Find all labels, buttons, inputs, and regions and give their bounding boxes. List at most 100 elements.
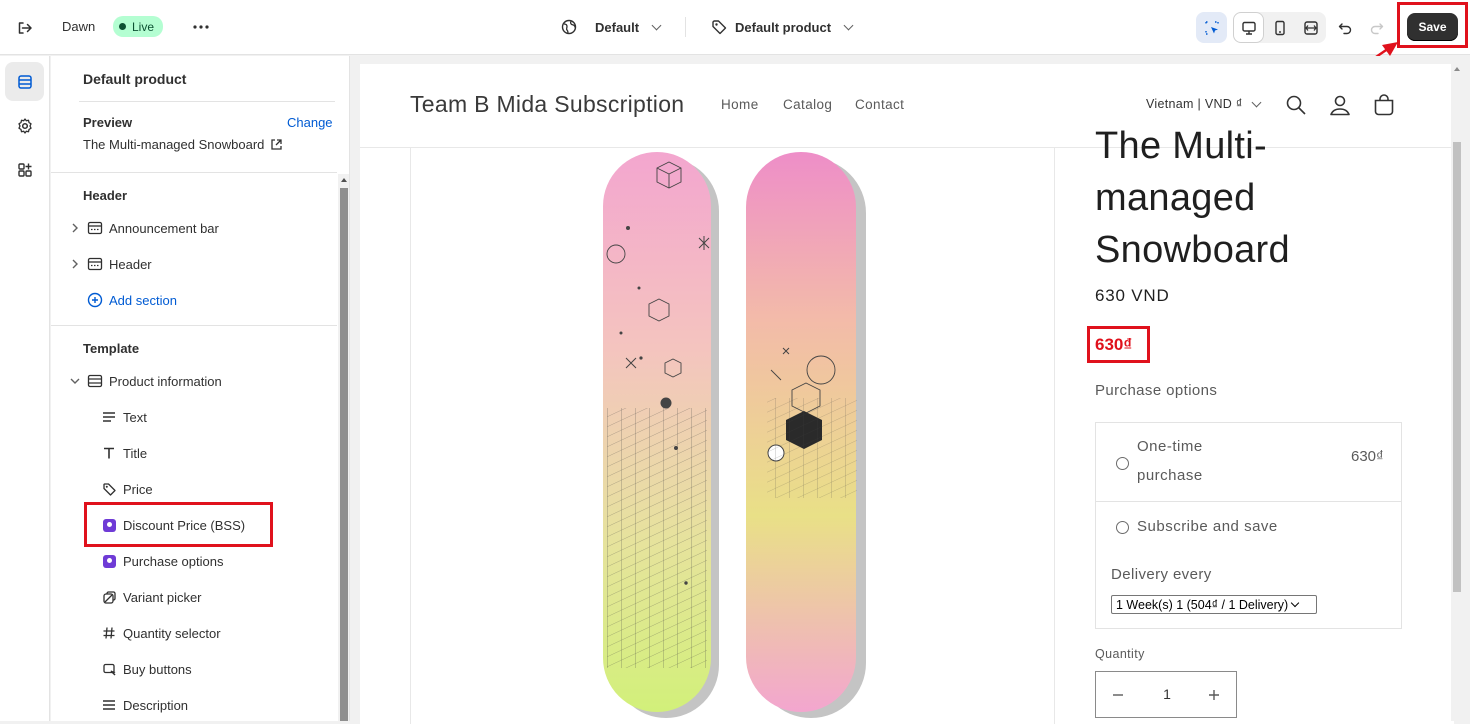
theme-name: Dawn — [62, 19, 96, 34]
cart-bag-icon[interactable] — [1372, 93, 1396, 117]
block-price[interactable]: Price — [101, 477, 153, 501]
purchase-options-label: Purchase options — [1095, 382, 1218, 399]
panel-scrollbar[interactable] — [338, 174, 349, 721]
block-variant-picker[interactable]: Variant picker — [101, 585, 202, 609]
text-icon — [101, 697, 117, 713]
global-settings-selector[interactable]: Default — [561, 16, 662, 38]
section-header[interactable]: Header — [67, 252, 152, 276]
country-selector[interactable]: Vietnam | VND ₫ — [1146, 97, 1262, 111]
store-logo-text[interactable]: Team B Mida Subscription — [410, 91, 684, 118]
quantity-decrease-button[interactable] — [1106, 683, 1130, 707]
section-icon — [85, 256, 105, 272]
panel-title: Default product — [83, 71, 187, 87]
product-title-line: The Multi- — [1095, 125, 1267, 167]
block-description[interactable]: Description — [101, 693, 188, 717]
product-media[interactable] — [410, 148, 1055, 724]
subscribe-label[interactable]: Subscribe and save — [1137, 512, 1278, 541]
block-label: Purchase options — [123, 553, 224, 569]
divider — [51, 325, 337, 326]
block-label: Buy buttons — [123, 661, 192, 677]
product-title: The Multi- managed Snowboard — [1095, 120, 1290, 276]
block-buy-buttons[interactable]: Buy buttons — [101, 657, 192, 681]
scroll-thumb[interactable] — [1453, 142, 1461, 592]
tag-icon — [712, 20, 727, 35]
sections-panel: Default product Preview Change The Multi… — [51, 56, 350, 721]
delivery-frequency-select[interactable]: 1 Week(s) 1 (504₫ / 1 Delivery) — [1111, 595, 1317, 614]
product-title-line: managed — [1095, 177, 1256, 219]
chevron-right-icon[interactable] — [67, 259, 83, 269]
block-quantity-selector[interactable]: Quantity selector — [101, 621, 221, 645]
preview-product[interactable]: The Multi-managed Snowboard — [83, 137, 283, 152]
section-product-information[interactable]: Product information — [67, 369, 222, 393]
subscribe-radio[interactable] — [1116, 521, 1129, 534]
scroll-up-icon[interactable] — [1454, 67, 1460, 71]
one-time-price: 630₫ — [1351, 448, 1384, 465]
preview-product-name: The Multi-managed Snowboard — [83, 137, 265, 152]
global-selector-label: Default — [595, 19, 640, 35]
header-group-title: Header — [83, 188, 128, 203]
scroll-thumb[interactable] — [340, 188, 348, 721]
template-group-title: Template — [83, 341, 140, 356]
external-link-icon — [271, 139, 283, 150]
text-icon — [101, 409, 117, 425]
topbar-divider — [685, 17, 686, 37]
template-selector-label: Default product — [735, 19, 832, 35]
chevron-down-icon — [1251, 97, 1262, 107]
rail-apps-button[interactable] — [5, 150, 44, 189]
live-dot-icon — [119, 23, 126, 30]
rail-sections-button[interactable] — [5, 62, 44, 101]
discount-price-highlight-box — [1087, 326, 1150, 363]
plus-icon — [1209, 690, 1219, 700]
section-label: Product information — [109, 373, 222, 389]
mobile-icon — [1274, 20, 1285, 35]
section-icon — [85, 373, 105, 389]
one-time-radio[interactable] — [1116, 457, 1129, 470]
one-time-purchase-option[interactable]: One-time purchase 630₫ — [1096, 423, 1401, 502]
mobile-view-button[interactable] — [1264, 12, 1295, 43]
live-label: Live — [132, 19, 155, 34]
section-label: Header — [109, 256, 152, 272]
section-label: Announcement bar — [109, 220, 219, 236]
nav-link-home[interactable]: Home — [721, 97, 759, 112]
nav-link-catalog[interactable]: Catalog — [783, 97, 832, 112]
live-badge: Live — [113, 16, 164, 37]
chevron-down-icon — [651, 20, 662, 30]
block-label: Title — [123, 445, 148, 461]
nav-link-contact[interactable]: Contact — [855, 97, 904, 112]
viewport-toggle-group — [1233, 12, 1326, 43]
change-preview-link[interactable]: Change — [287, 115, 333, 130]
delivery-frequency-value: 1 Week(s) 1 (504₫ / 1 Delivery) — [1116, 597, 1289, 612]
section-announcement-bar[interactable]: Announcement bar — [67, 216, 219, 240]
desktop-view-button[interactable] — [1233, 12, 1264, 43]
search-icon[interactable] — [1284, 93, 1308, 117]
one-time-label-line: One-time — [1137, 438, 1203, 455]
one-time-label-line: purchase — [1137, 467, 1203, 484]
chevron-down-icon — [1290, 598, 1300, 607]
apps-icon — [17, 162, 32, 177]
rail-settings-button[interactable] — [5, 106, 44, 145]
quantity-increase-button[interactable] — [1202, 683, 1226, 707]
chevron-right-icon[interactable] — [67, 223, 83, 233]
more-actions-button[interactable] — [190, 16, 212, 38]
more-dots-icon — [193, 25, 209, 29]
snowboard-image — [603, 152, 866, 718]
purchase-options-box: One-time purchase 630₫ Subscribe and sav… — [1095, 422, 1402, 629]
preview-scrollbar[interactable] — [1451, 64, 1463, 721]
chevron-down-icon[interactable] — [67, 377, 83, 385]
template-selector[interactable]: Default product — [711, 16, 854, 38]
country-selector-label: Vietnam | VND ₫ — [1146, 97, 1243, 111]
block-title[interactable]: Title — [101, 441, 147, 465]
storefront-preview: Team B Mida Subscription Home Catalog Co… — [360, 64, 1454, 724]
minus-icon — [1113, 694, 1123, 696]
exit-icon[interactable] — [14, 17, 36, 39]
block-label: Price — [123, 481, 153, 497]
block-text[interactable]: Text — [101, 405, 147, 429]
scroll-up-icon[interactable] — [341, 178, 347, 182]
chevron-down-icon — [843, 20, 854, 30]
sections-icon — [17, 74, 32, 89]
editor-topbar: Dawn Live Default Default product Save — [0, 0, 1470, 55]
add-section-button[interactable]: Add section — [67, 288, 177, 312]
account-icon[interactable] — [1328, 93, 1352, 117]
inspector-toggle-button[interactable] — [1196, 12, 1227, 43]
block-purchase-options[interactable]: Purchase options — [101, 549, 223, 573]
